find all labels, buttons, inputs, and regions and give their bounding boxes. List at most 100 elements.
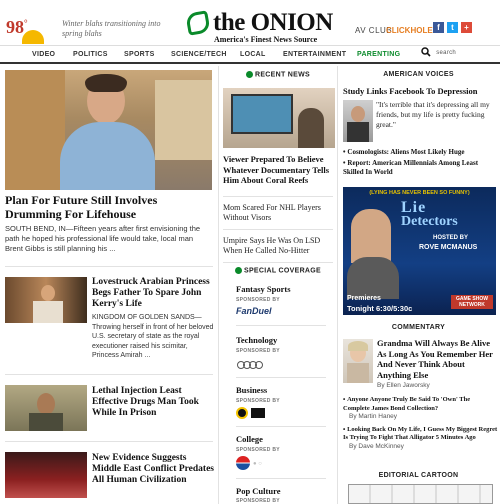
weather-text: Winter blahs transitioning into spring b… [62,19,161,38]
main-nav: VIDEO POLITICS SPORTS SCIENCE/TECH LOCAL… [0,47,500,61]
degree-symbol: ° [24,18,28,28]
special-section-title[interactable]: Technology [236,335,277,345]
special-section-title[interactable]: Business [236,385,267,395]
search-label: search [436,49,457,56]
sponsored-by-label: SPONSORED BY [236,348,280,354]
nav-parenting[interactable]: PARENTING [357,51,400,58]
onion-dot-icon [234,267,242,274]
search-box[interactable]: search [421,47,456,57]
nav-entertainment[interactable]: ENTERTAINMENT [283,51,346,58]
voices-portrait [343,100,373,142]
nav-bottom-rule [0,62,500,64]
divider [5,266,213,267]
twitter-icon[interactable]: t [447,22,458,33]
commentary-item-byline: By Dave McKinney [349,442,404,450]
special-section-title[interactable]: Fantasy Sports [236,284,291,294]
commentary-byline: By Ellen Jaworsky [377,382,430,389]
sponsor-logo-icon[interactable] [251,408,265,418]
divider [5,374,213,375]
commentary-list: • Anyone Anyone Truly Be Said To 'Own' T… [343,396,498,450]
lead-headline[interactable]: Plan For Future Still Involves Drumming … [5,193,215,221]
column-divider [337,66,338,504]
nav-video[interactable]: VIDEO [32,51,55,58]
commentary-portrait [343,339,373,383]
ad-hosted-by: HOSTED BY [433,235,469,241]
divider [223,196,333,197]
voices-headline[interactable]: Study Links Facebook To Depression [343,86,498,96]
divider [236,377,326,378]
sponsored-by-label: SPONSORED BY [236,297,280,303]
facebook-icon[interactable]: f [433,22,444,33]
sponsored-by-label: SPONSORED BY [236,398,280,404]
nav-top-rule [0,45,500,46]
clickhole-link[interactable]: CLICKHOLE [386,26,433,35]
onion-leaf-icon [185,10,211,36]
ad-title-line2: Detectors [401,214,458,229]
nav-sports[interactable]: SPORTS [124,51,155,58]
voices-bullet-link[interactable]: Cosmologists: Aliens Most Likely Huge [347,148,464,156]
divider [223,229,333,230]
story-headline[interactable]: Lethal Injection Least Effective Drugs M… [92,386,214,419]
divider [236,426,326,427]
ad-host-name: ROVE MCMANUS [419,244,478,251]
divider [236,325,326,326]
voices-quote: "It's terrible that it's depressing all … [376,100,490,129]
host-suit [347,257,399,299]
buffalo-wild-wings-icon[interactable] [236,407,248,419]
pepsi-icon[interactable] [236,456,250,470]
divider [223,262,333,263]
story-image-princess[interactable] [5,277,87,323]
story-image-injection[interactable] [5,385,87,431]
google-plus-icon[interactable]: + [461,22,472,33]
audi-rings-icon[interactable] [236,357,266,369]
special-coverage-label: SPECIAL COVERAGE [243,267,322,275]
tagline: America's Finest News Source [214,35,318,44]
nav-local[interactable]: LOCAL [240,51,266,58]
recent-news-item[interactable]: Viewer Prepared To Believe Whatever Docu… [223,154,335,186]
divider [5,441,213,442]
onion-dot-icon [245,71,253,78]
story-headline[interactable]: Lovestruck Arabian Princess Begs Father … [92,277,214,310]
sponsor-dots: ● ○ [253,461,262,467]
commentary-header: COMMENTARY [391,324,446,331]
onion-logo[interactable]: the ONION [213,9,333,37]
american-voices-header: AMERICAN VOICES [383,71,454,78]
sponsored-by-label: SPONSORED BY [236,498,280,504]
story-headline[interactable]: New Evidence Suggests Middle East Confli… [92,453,214,486]
recent-news-label: RECENT NEWS [254,71,311,79]
special-section-title[interactable]: College [236,434,263,444]
commentary-headline[interactable]: Grandma Will Always Be Alive As Long As … [377,338,497,380]
recent-news-item[interactable]: Mom Scared For NHL Players Without Visor… [223,203,335,223]
story-body: KINGDOM OF GOLDEN SANDS—Throwing herself… [92,314,214,359]
nav-science-tech[interactable]: SCIENCE/TECH [171,51,227,58]
ad-time: Tonight 6:30/5:30c [347,304,413,313]
recent-news-item[interactable]: Umpire Says He Was On LSD When He Called… [223,236,335,256]
story-image-middle-east[interactable] [5,452,87,498]
search-icon [421,47,431,57]
sponsored-by-label: SPONSORED BY [236,447,280,453]
gsn-logo: GAME SHOW NETWORK [451,295,493,309]
fanduel-logo[interactable]: FanDuel [236,306,272,316]
editorial-cartoon-header: EDITORIAL CARTOON [378,472,459,479]
column-divider [218,66,219,504]
sun-icon [22,30,44,44]
editorial-cartoon-image[interactable] [348,484,493,504]
lead-body: SOUTH BEND, IN—Fifteen years after first… [5,224,201,253]
ad-top-text: (LYING HAS NEVER BEEN SO FUNNY) [369,190,470,196]
host-face [351,209,391,263]
voices-bullet-link[interactable]: Report: American Millennials Among Least… [343,159,478,176]
commentary-item-title[interactable]: Looking Back On My Life, I Guess My Bigg… [343,426,497,442]
recent-news-header: RECENT NEWS [222,71,334,78]
ad-premieres: Premieres [347,295,381,302]
lie-detectors-ad[interactable]: (LYING HAS NEVER BEEN SO FUNNY) Lie Dete… [343,187,496,315]
temperature-value: 98 [6,17,24,37]
special-section-title[interactable]: Pop Culture [236,486,280,496]
commentary-item-byline: By Martin Haney [349,413,398,420]
special-coverage-header: SPECIAL COVERAGE [222,267,334,274]
divider [236,478,326,479]
voices-bullets: • Cosmologists: Aliens Most Likely Huge … [343,148,479,176]
recent-news-image[interactable] [223,88,335,148]
commentary-item-title[interactable]: Anyone Anyone Truly Be Said To 'Own' The… [343,396,470,412]
nav-politics[interactable]: POLITICS [73,51,108,58]
lead-story-image[interactable] [5,70,212,190]
